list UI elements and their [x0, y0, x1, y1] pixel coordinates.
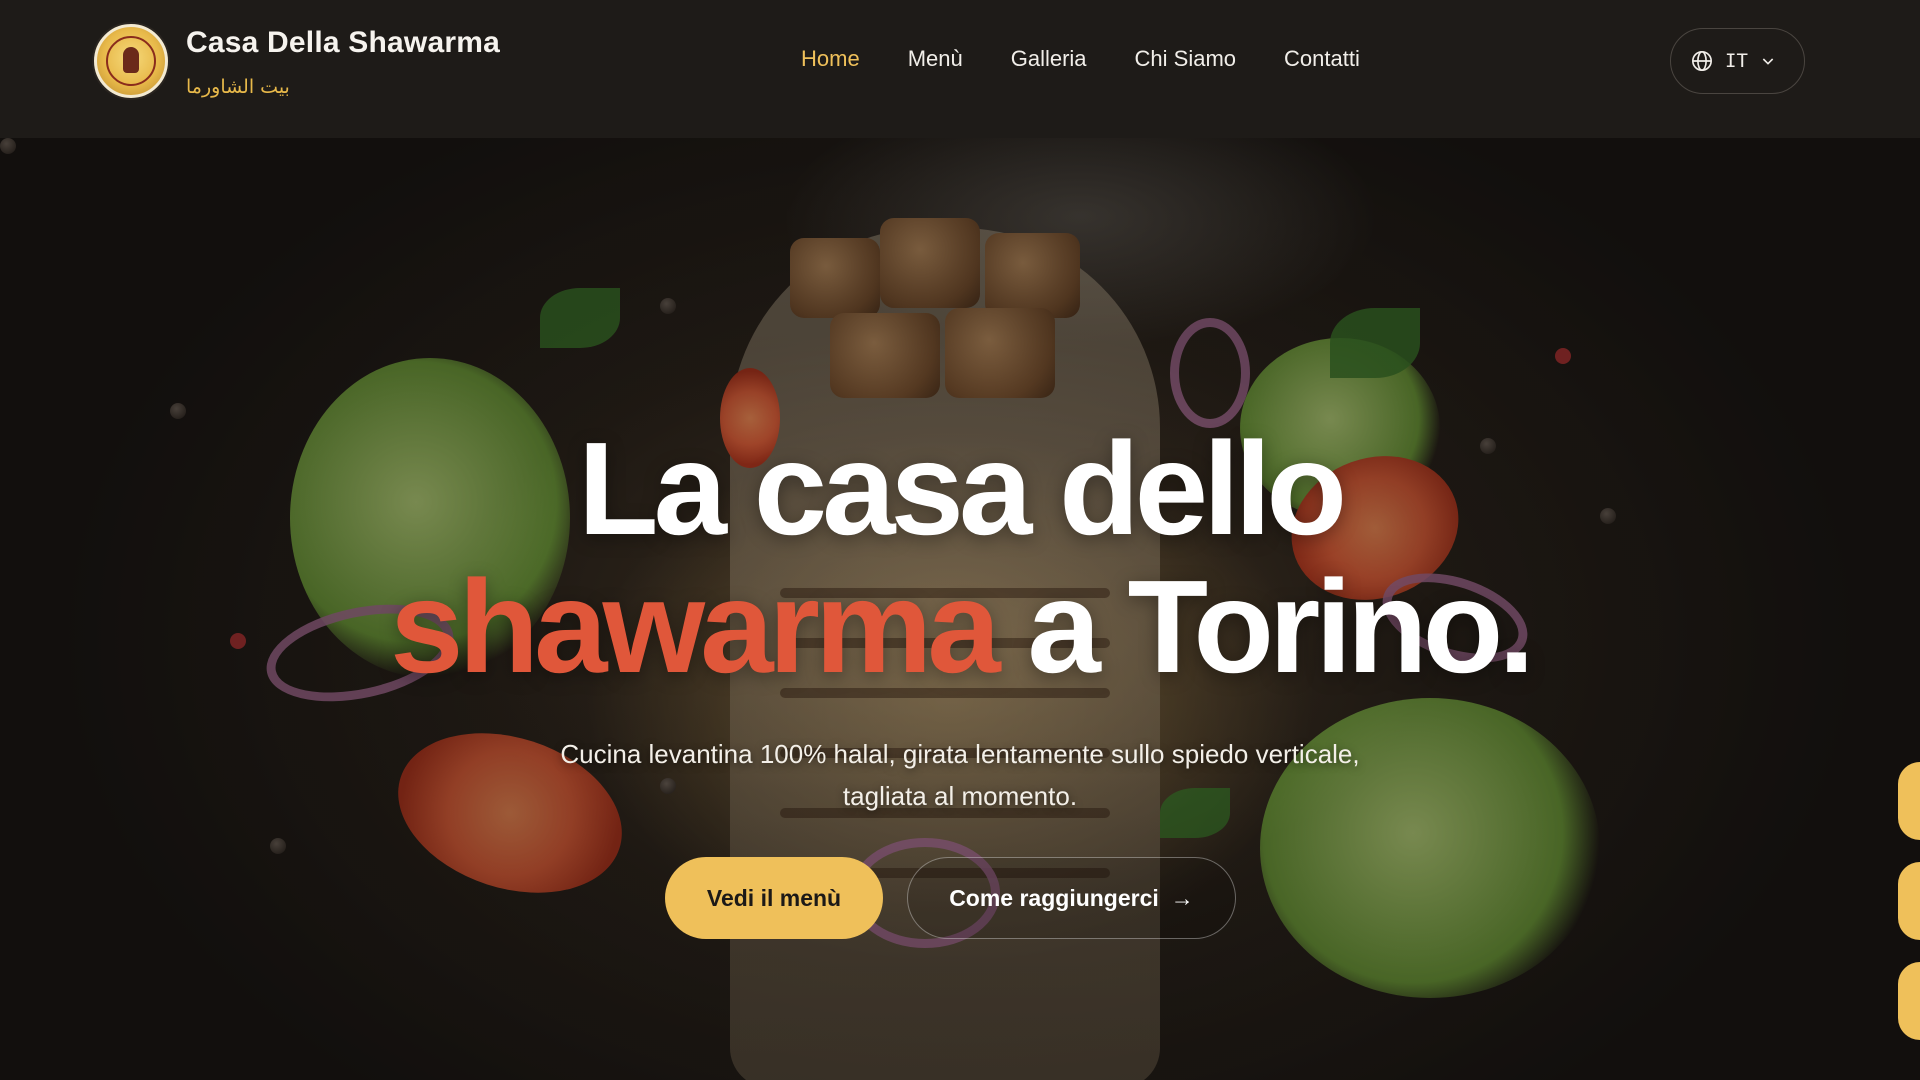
floating-action-button[interactable] [1898, 862, 1920, 940]
directions-label: Come raggiungerci [949, 884, 1159, 911]
menu-item-menu: Menù [908, 46, 963, 72]
headline-line1: La casa dello [577, 415, 1347, 562]
menu-link-menu[interactable]: Menù [908, 46, 963, 71]
subtitle-line1: Cucina levantina 100% halal, girata lent… [560, 739, 1360, 769]
brand-name[interactable]: Casa Della Shawarma [186, 26, 500, 60]
brand-subtitle-arabic: بيت الشاورما [186, 76, 290, 98]
menu-item-gallery: Galleria [1011, 46, 1087, 72]
menu-link-home[interactable]: Home [801, 46, 860, 71]
headline-rest: a Torino. [1027, 553, 1535, 700]
menu-item-home: Home [801, 46, 860, 72]
hero-section: La casa dello shawarma a Torino. Cucina … [0, 138, 1920, 1080]
menu-link-about[interactable]: Chi Siamo [1135, 46, 1236, 71]
menu-link-gallery[interactable]: Galleria [1011, 46, 1087, 71]
language-selector[interactable]: IT [1670, 28, 1805, 94]
view-menu-button[interactable]: Vedi il menù [665, 857, 883, 939]
chevron-down-icon [1760, 53, 1776, 69]
arrow-right-icon: → [1170, 884, 1194, 911]
globe-icon [1691, 50, 1713, 72]
view-menu-label: Vedi il menù [706, 884, 842, 911]
hero-headline: La casa dello shawarma a Torino. [0, 420, 1920, 696]
logo-badge[interactable] [94, 24, 168, 98]
menu-item-contacts: Contatti [1284, 46, 1360, 72]
main-menu: Home Menù Galleria Chi Siamo Contatti [801, 46, 1360, 72]
menu-link-contacts[interactable]: Contatti [1284, 46, 1360, 71]
menu-item-about: Chi Siamo [1135, 46, 1236, 72]
floating-action-button[interactable] [1898, 962, 1920, 1040]
top-navbar: Casa Della Shawarma بيت الشاورما Home Me… [0, 0, 1920, 138]
hero-subtitle: Cucina levantina 100% halal, girata lent… [460, 733, 1460, 817]
headline-accent: shawarma [390, 553, 1001, 700]
floating-action-button[interactable] [1898, 762, 1920, 840]
subtitle-line2: tagliata al momento. [842, 781, 1078, 811]
directions-button[interactable]: Come raggiungerci → [907, 857, 1236, 939]
language-code: IT [1725, 50, 1748, 72]
